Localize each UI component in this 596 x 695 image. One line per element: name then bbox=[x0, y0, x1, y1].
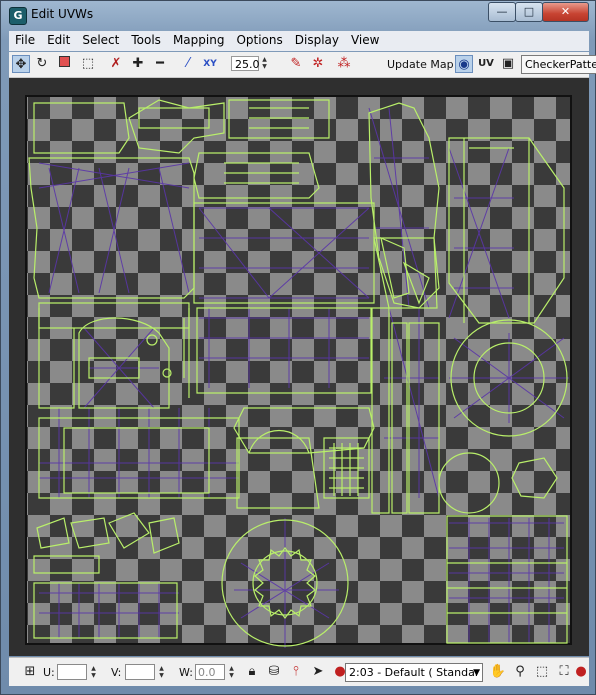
menu-bar: File Edit Select Tools Mapping Options Display… bbox=[9, 31, 589, 51]
freeform-icon[interactable]: ⬚ bbox=[79, 55, 97, 73]
u-spinner[interactable]: ▲ ▼ bbox=[89, 665, 98, 680]
filter-icon[interactable]: ⛁ bbox=[265, 663, 283, 681]
texture-dropdown[interactable]: CheckerPatte bbox=[521, 55, 596, 74]
menu-file[interactable]: File bbox=[9, 31, 41, 47]
menu-tools[interactable]: Tools bbox=[125, 31, 167, 47]
w-field[interactable]: 0.0 bbox=[195, 664, 225, 680]
pan-hand-icon[interactable]: ✋ bbox=[489, 663, 507, 681]
menu-display[interactable]: Display bbox=[289, 31, 345, 47]
expand-icon[interactable]: ✚ bbox=[129, 55, 147, 73]
snap-icon[interactable]: ⊞ bbox=[21, 663, 39, 681]
rotate-icon[interactable]: ↻ bbox=[33, 55, 51, 73]
send-icon[interactable]: ➤ bbox=[309, 663, 327, 681]
w-spinner[interactable]: ▲ ▼ bbox=[227, 665, 236, 680]
maximize-button[interactable]: □ bbox=[515, 2, 543, 22]
uv-canvas[interactable] bbox=[9, 78, 589, 656]
properties-icon[interactable]: ▣ bbox=[499, 55, 517, 73]
pin-icon[interactable]: ✎ bbox=[287, 55, 305, 73]
zoom-region-icon[interactable]: ⬚ bbox=[533, 663, 551, 681]
material-dropdown-label: 2:03 - Default ( Standar bbox=[349, 666, 480, 679]
menu-view[interactable]: View bbox=[345, 31, 385, 47]
xy-icon[interactable]: XY bbox=[201, 55, 219, 73]
v-field[interactable] bbox=[125, 664, 155, 680]
lock-icon[interactable]: 🔒︎ bbox=[243, 663, 261, 681]
toolbar: ✥ ↻ ⬚ ✗ ✚ ━ ⁄ XY 25.0 ▲ ▼ ✎ ✲ ⁂ Update Ma… bbox=[9, 52, 596, 78]
edit-uvws-window: G Edit UVWs — □ ✕ File Edit Select Tools Map… bbox=[0, 0, 596, 695]
close-button[interactable]: ✕ bbox=[542, 2, 589, 22]
mirror-icon[interactable]: ✗ bbox=[107, 55, 125, 73]
pen-icon[interactable]: ⁄ bbox=[179, 55, 197, 73]
uv-viewport[interactable] bbox=[9, 78, 589, 656]
zoom-extents-icon[interactable]: ⛶ bbox=[555, 663, 573, 681]
angle-field[interactable]: 25.0 bbox=[231, 56, 260, 71]
brush-icon[interactable]: ⫯ bbox=[287, 663, 305, 681]
title-bar[interactable]: G Edit UVWs — □ ✕ bbox=[1, 1, 595, 29]
chevron-down-icon: ▼ bbox=[473, 668, 480, 678]
u-label: U: bbox=[43, 666, 55, 679]
break-icon[interactable]: ⁂ bbox=[335, 55, 353, 73]
material-dropdown[interactable]: 2:03 - Default ( Standar ▼ bbox=[345, 663, 483, 682]
update-map-button[interactable]: Update Map bbox=[387, 58, 454, 71]
weld-icon[interactable]: ✲ bbox=[309, 55, 327, 73]
show-map-icon[interactable]: ◉ bbox=[455, 55, 473, 73]
contract-icon[interactable]: ━ bbox=[151, 55, 169, 73]
menu-edit[interactable]: Edit bbox=[41, 31, 76, 47]
zoom-icon[interactable]: ⚲ bbox=[511, 663, 529, 681]
move-icon[interactable]: ✥ bbox=[12, 55, 30, 73]
u-field[interactable] bbox=[57, 664, 87, 680]
menu-mapping[interactable]: Mapping bbox=[167, 31, 231, 47]
minimize-button[interactable]: — bbox=[488, 2, 516, 22]
menu-options[interactable]: Options bbox=[230, 31, 288, 47]
v-spinner[interactable]: ▲ ▼ bbox=[157, 665, 166, 680]
zoom-selected-icon[interactable]: ● bbox=[575, 663, 587, 681]
uv-toggle[interactable]: UV bbox=[477, 55, 495, 73]
v-label: V: bbox=[111, 666, 122, 679]
menu-select[interactable]: Select bbox=[76, 31, 125, 47]
window-title: Edit UVWs bbox=[31, 7, 94, 21]
angle-spinner[interactable]: ▲ ▼ bbox=[260, 56, 269, 71]
w-label: W: bbox=[179, 666, 193, 679]
scale-icon[interactable] bbox=[55, 55, 73, 73]
app-logo-icon[interactable]: G bbox=[9, 7, 27, 25]
status-bar: ⊞ U: ▲ ▼ V: ▲ ▼ W: 0.0 ▲ ▼ 🔒︎ ⛁ ⫯ ➤ ● 2:03 … bbox=[9, 657, 589, 686]
